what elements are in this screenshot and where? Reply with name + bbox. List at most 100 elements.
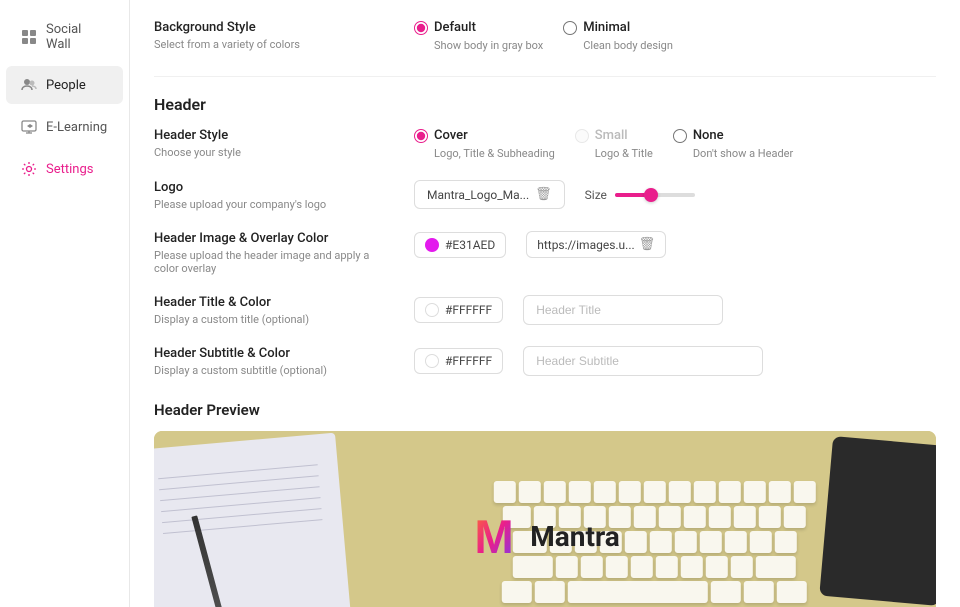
preview-logo: M Mantra xyxy=(470,511,619,561)
header-title-label: Header Title & Color Display a custom ti… xyxy=(154,295,394,326)
mantra-logo-text: Mantra xyxy=(530,520,619,553)
header-subtitle-desc: Display a custom subtitle (optional) xyxy=(154,364,394,377)
sidebar-item-people[interactable]: People xyxy=(6,66,123,104)
header-style-none-option: None Don't show a Header xyxy=(673,128,793,160)
bg-style-default-option: Default Show body in gray box xyxy=(414,20,543,52)
logo-title: Logo xyxy=(154,180,394,195)
header-title-controls: #FFFFFF xyxy=(414,295,723,325)
divider-1 xyxy=(154,76,936,77)
header-style-desc: Choose your style xyxy=(154,146,394,159)
background-style-row: Background Style Select from a variety o… xyxy=(154,20,936,52)
key xyxy=(643,481,665,503)
logo-filename: Mantra_Logo_Ma... xyxy=(427,188,529,202)
settings-icon xyxy=(20,160,38,178)
key xyxy=(706,556,728,578)
key xyxy=(756,556,796,578)
header-subtitle-color-dot xyxy=(425,354,439,368)
key xyxy=(681,556,703,578)
bg-style-minimal-sublabel: Clean body design xyxy=(583,39,673,52)
bg-style-minimal-radio[interactable] xyxy=(563,21,577,35)
header-style-cover-sublabel: Logo, Title & Subheading xyxy=(434,147,555,160)
header-style-small-sublabel: Logo & Title xyxy=(595,147,653,160)
sidebar-item-settings[interactable]: Settings xyxy=(6,150,123,188)
key xyxy=(731,556,753,578)
header-subtitle-color-picker[interactable]: #FFFFFF xyxy=(414,348,503,374)
header-subtitle-row: Header Subtitle & Color Display a custom… xyxy=(154,346,936,377)
key xyxy=(659,506,681,528)
header-preview-image: M Mantra xyxy=(154,431,936,607)
header-style-label: Header Style Choose your style xyxy=(154,128,394,159)
header-style-small-radio[interactable] xyxy=(575,129,589,143)
header-overlay-color-picker[interactable]: #E31AED xyxy=(414,232,506,258)
bg-style-default-sublabel: Show body in gray box xyxy=(434,39,543,52)
sidebar-label-elearning: E-Learning xyxy=(46,120,107,135)
key xyxy=(668,481,690,503)
logo-upload-button[interactable]: Mantra_Logo_Ma... 🗑 xyxy=(414,180,565,209)
header-image-url-trash[interactable]: 🗑 xyxy=(639,237,656,252)
header-style-none-label: None xyxy=(693,128,724,143)
key xyxy=(734,506,756,528)
header-image-row: Header Image & Overlay Color Please uplo… xyxy=(154,231,936,275)
key xyxy=(568,581,708,603)
sidebar-label-settings: Settings xyxy=(46,162,93,177)
svg-text:M: M xyxy=(474,511,513,561)
bg-style-default-label: Default xyxy=(434,20,476,35)
header-style-row: Header Style Choose your style Cover Log… xyxy=(154,128,936,160)
logo-row: Logo Please upload your company's logo M… xyxy=(154,180,936,211)
header-style-title: Header Style xyxy=(154,128,394,143)
sidebar-item-elearning[interactable]: E-Learning xyxy=(6,108,123,146)
preview-bg: M Mantra xyxy=(154,431,936,607)
header-image-url-input[interactable]: https://images.u... 🗑 xyxy=(526,231,666,258)
keyboard-row-4 xyxy=(381,556,928,578)
header-preview-section: Header Preview xyxy=(154,401,936,607)
header-title-color-dot xyxy=(425,303,439,317)
header-image-desc: Please upload the header image and apply… xyxy=(154,249,394,275)
key xyxy=(543,481,565,503)
key xyxy=(693,481,715,503)
key xyxy=(656,556,678,578)
header-style-small-label: Small xyxy=(595,128,628,143)
header-title-desc: Display a custom title (optional) xyxy=(154,313,394,326)
header-subtitle-controls: #FFFFFF xyxy=(414,346,763,376)
keyboard-row-2 xyxy=(381,506,928,528)
elearning-icon xyxy=(20,118,38,136)
header-title-row: Header Title & Color Display a custom ti… xyxy=(154,295,936,326)
header-style-cover-radio[interactable] xyxy=(414,129,428,143)
key xyxy=(774,531,796,553)
key xyxy=(493,481,515,503)
overlay-color-value: #E31AED xyxy=(445,238,495,252)
key xyxy=(743,481,765,503)
size-label: Size xyxy=(585,188,607,202)
sidebar-item-social-wall[interactable]: Social Wall xyxy=(6,12,123,62)
key xyxy=(793,481,815,503)
logo-desc: Please upload your company's logo xyxy=(154,198,394,211)
key xyxy=(624,531,646,553)
keyboard-row-3 xyxy=(381,531,928,553)
bg-style-default-radio[interactable] xyxy=(414,21,428,35)
header-style-small-option: Small Logo & Title xyxy=(575,128,653,160)
key xyxy=(749,531,771,553)
header-subtitle-text-input[interactable] xyxy=(523,346,763,376)
notebook-line xyxy=(163,519,322,534)
header-title-color-picker[interactable]: #FFFFFF xyxy=(414,297,503,323)
key xyxy=(744,581,774,603)
header-style-none-radio[interactable] xyxy=(673,129,687,143)
notebook-decoration xyxy=(154,433,352,607)
header-title-text-input[interactable] xyxy=(523,295,723,325)
header-preview-title: Header Preview xyxy=(154,401,936,419)
logo-trash-icon[interactable]: 🗑 xyxy=(535,187,552,202)
header-section: Header Header Style Choose your style Co… xyxy=(154,95,936,377)
key xyxy=(718,481,740,503)
key xyxy=(709,506,731,528)
key xyxy=(777,581,807,603)
bg-style-minimal-label: Minimal xyxy=(583,20,630,35)
keyboard-row-1 xyxy=(381,481,928,503)
key xyxy=(768,481,790,503)
social-wall-icon xyxy=(20,28,38,46)
header-title-section-title: Header Title & Color xyxy=(154,295,394,310)
size-slider[interactable] xyxy=(615,193,695,197)
key xyxy=(634,506,656,528)
background-style-section: Background Style Select from a variety o… xyxy=(154,20,936,52)
keyboard-row-5 xyxy=(381,581,928,603)
logo-controls: Mantra_Logo_Ma... 🗑 Size xyxy=(414,180,695,209)
